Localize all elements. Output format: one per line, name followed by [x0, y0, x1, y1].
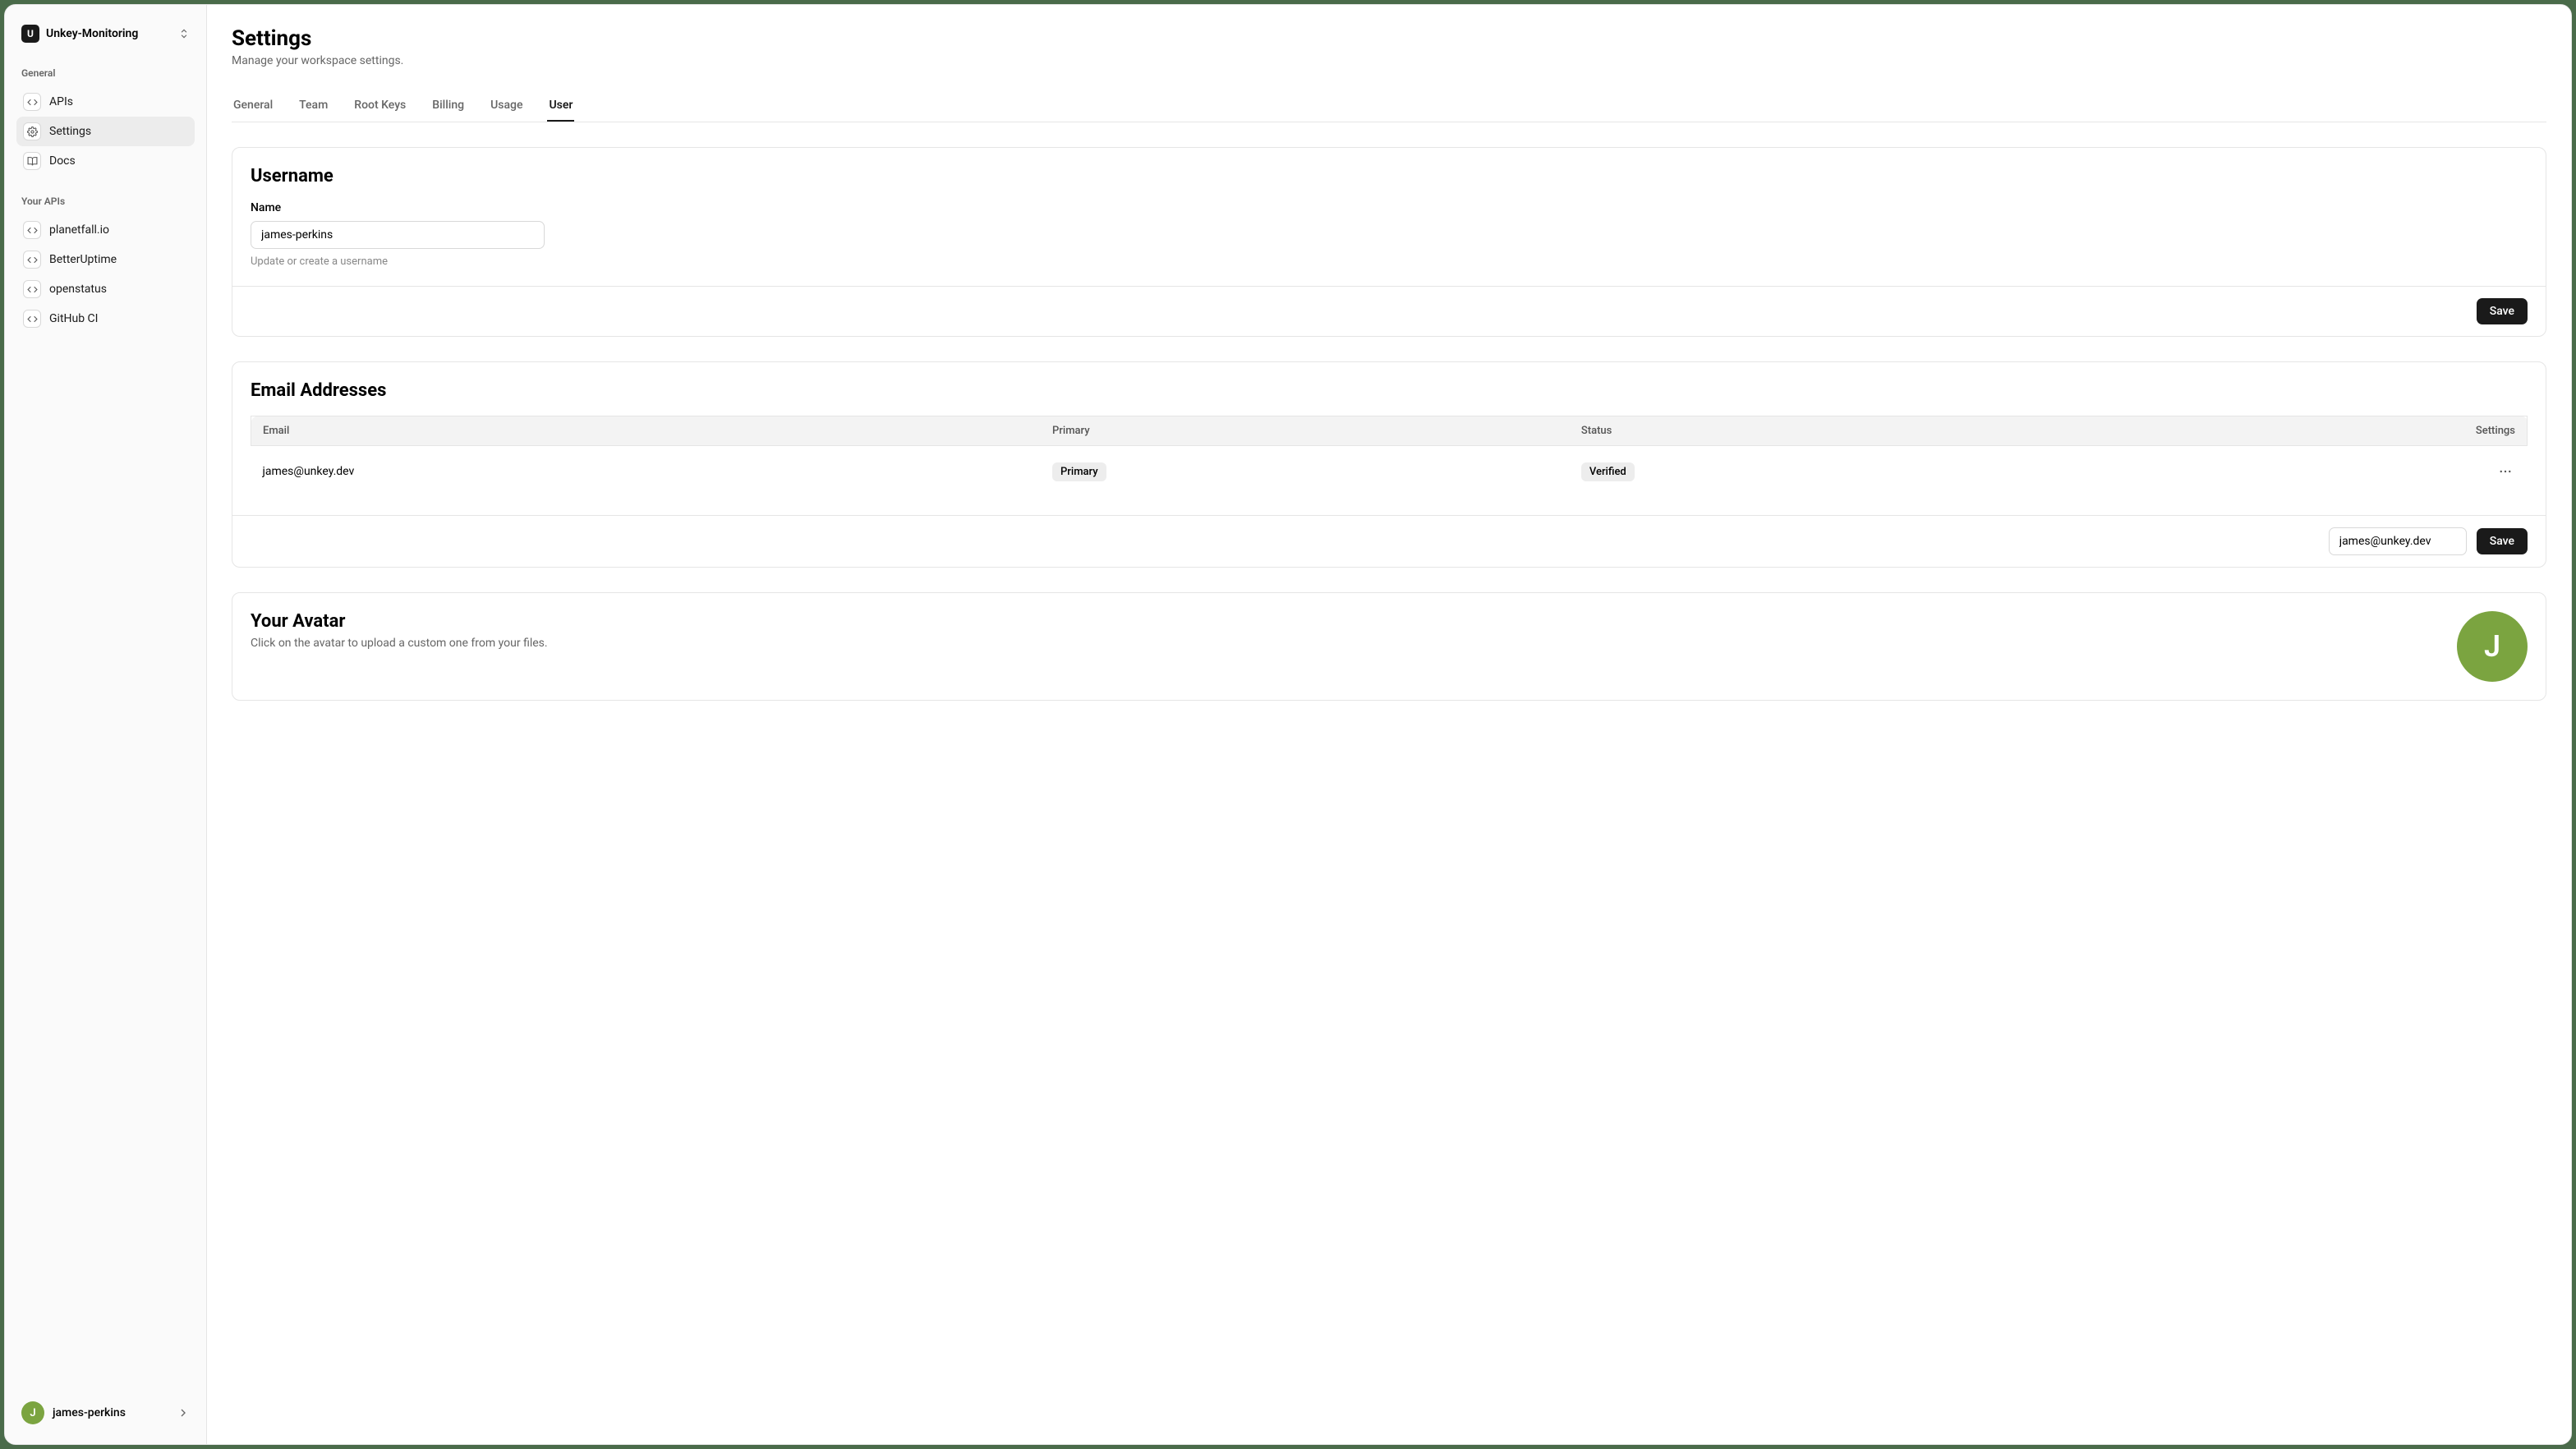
code-icon	[23, 251, 41, 269]
book-icon	[23, 152, 41, 170]
tab-team[interactable]: Team	[297, 90, 329, 122]
code-icon	[23, 310, 41, 328]
sidebar-item-docs[interactable]: Docs	[16, 146, 195, 176]
app-window: U Unkey-Monitoring General APIs Settings…	[4, 4, 2572, 1445]
status-badge: Verified	[1581, 462, 1635, 481]
sidebar-item-api-githubci[interactable]: GitHub CI	[16, 304, 195, 334]
tab-usage[interactable]: Usage	[489, 90, 524, 122]
username-card: Username Name Update or create a usernam…	[232, 147, 2546, 337]
workspace-logo: U	[21, 25, 39, 43]
new-email-input[interactable]	[2329, 527, 2467, 555]
email-card: Email Addresses Email Primary Status Set…	[232, 361, 2546, 568]
sidebar-item-label: GitHub CI	[49, 312, 98, 325]
save-email-button[interactable]: Save	[2477, 528, 2528, 554]
th-settings: Settings	[2095, 416, 2528, 446]
tabs: General Team Root Keys Billing Usage Use…	[232, 90, 2546, 122]
sidebar-item-label: planetfall.io	[49, 223, 109, 237]
save-username-button[interactable]: Save	[2477, 298, 2528, 324]
table-row: james@unkey.dev Primary Verified	[251, 446, 2528, 498]
sidebar-item-label: Settings	[49, 125, 91, 138]
sidebar-item-label: APIs	[49, 95, 73, 108]
card-title: Username	[251, 166, 2528, 186]
code-icon	[23, 93, 41, 111]
code-icon	[23, 221, 41, 239]
gear-icon	[23, 122, 41, 140]
avatar-card: Your Avatar Click on the avatar to uploa…	[232, 592, 2546, 701]
username-input[interactable]	[251, 221, 545, 249]
tab-root-keys[interactable]: Root Keys	[352, 90, 407, 122]
sidebar-item-label: Docs	[49, 154, 76, 168]
sidebar-item-apis[interactable]: APIs	[16, 87, 195, 117]
th-status: Status	[1570, 416, 2095, 446]
workspace-selector[interactable]: U Unkey-Monitoring	[16, 20, 195, 48]
page-subtitle: Manage your workspace settings.	[232, 54, 2546, 67]
sidebar-item-api-planetfall[interactable]: planetfall.io	[16, 215, 195, 245]
card-title: Email Addresses	[251, 380, 2528, 401]
cell-email: james@unkey.dev	[251, 446, 1042, 498]
input-help: Update or create a username	[251, 255, 2528, 268]
avatar: J	[21, 1401, 44, 1424]
code-icon	[23, 280, 41, 298]
section-label-apis: Your APIs	[16, 191, 195, 212]
card-subtitle: Click on the avatar to upload a custom o…	[251, 637, 548, 650]
row-actions-button[interactable]	[2495, 461, 2516, 482]
main-content: Settings Manage your workspace settings.…	[207, 5, 2571, 1444]
sidebar-item-settings[interactable]: Settings	[16, 117, 195, 146]
sidebar: U Unkey-Monitoring General APIs Settings…	[5, 5, 207, 1444]
chevron-right-icon	[177, 1406, 190, 1419]
chevron-up-down-icon	[178, 28, 190, 39]
avatar-upload[interactable]: J	[2457, 611, 2528, 682]
workspace-name: Unkey-Monitoring	[46, 27, 172, 40]
sidebar-item-api-betteruptime[interactable]: BetterUptime	[16, 245, 195, 274]
th-primary: Primary	[1041, 416, 1570, 446]
user-menu[interactable]: J james-perkins	[16, 1396, 195, 1429]
card-title: Your Avatar	[251, 611, 548, 632]
dots-horizontal-icon	[2498, 464, 2513, 479]
th-email: Email	[251, 416, 1042, 446]
sidebar-item-label: openstatus	[49, 283, 107, 296]
page-title: Settings	[232, 26, 2546, 51]
section-label-general: General	[16, 62, 195, 84]
email-table: Email Primary Status Settings james@unke…	[251, 416, 2528, 497]
tab-user[interactable]: User	[547, 90, 574, 122]
sidebar-item-api-openstatus[interactable]: openstatus	[16, 274, 195, 304]
field-label-name: Name	[251, 201, 2528, 214]
tab-general[interactable]: General	[232, 90, 274, 122]
sidebar-item-label: BetterUptime	[49, 253, 117, 266]
primary-badge: Primary	[1052, 462, 1106, 481]
tab-billing[interactable]: Billing	[430, 90, 466, 122]
user-name: james-perkins	[53, 1406, 168, 1419]
